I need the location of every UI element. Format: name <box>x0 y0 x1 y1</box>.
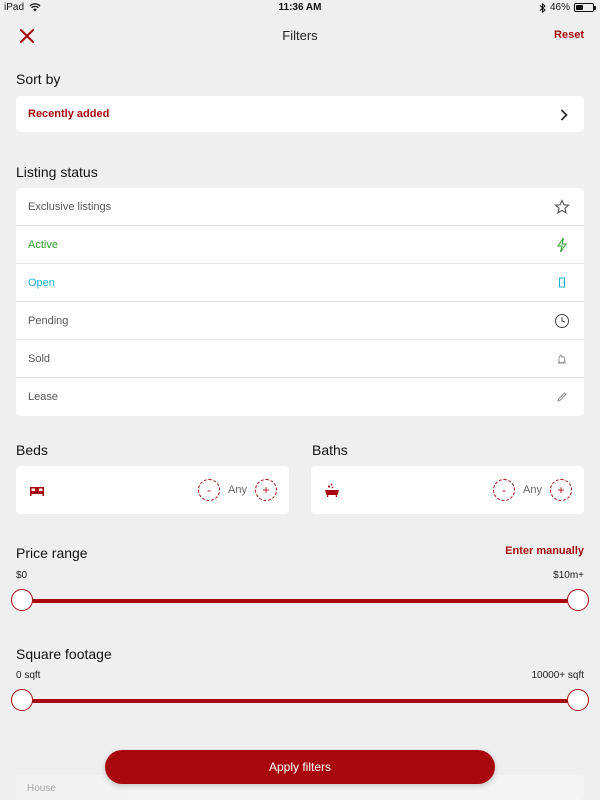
listing-status-open[interactable]: Open <box>16 264 584 302</box>
star-icon <box>554 199 570 214</box>
enter-manually-link[interactable]: Enter manually <box>505 545 584 557</box>
baths-increment-button[interactable]: + <box>550 479 572 501</box>
bathtub-icon <box>325 483 339 497</box>
beds-increment-button[interactable]: + <box>255 479 277 501</box>
beds-card: - Any + <box>16 466 289 514</box>
price-range-slider[interactable] <box>11 589 589 611</box>
square-footage-slider[interactable] <box>11 689 589 711</box>
listing-status-exclusive[interactable]: Exclusive listings <box>16 188 584 226</box>
battery-percent: 46% <box>549 2 570 13</box>
price-max-label: $10m+ <box>553 570 584 581</box>
sort-by-select[interactable]: Recently added <box>16 96 584 132</box>
reset-button[interactable]: Reset <box>554 29 584 41</box>
sort-by-card: Recently added <box>16 96 584 132</box>
bluetooth-icon <box>539 2 546 13</box>
beds-value: Any <box>228 484 247 496</box>
sqft-min-thumb[interactable] <box>11 689 33 711</box>
listing-status-label: Lease <box>28 391 58 403</box>
clock-icon <box>555 314 569 328</box>
beds-title: Beds <box>16 442 48 458</box>
sort-by-title: Sort by <box>16 71 61 87</box>
listing-status-label: Active <box>28 238 58 251</box>
listing-status-label: Exclusive listings <box>28 200 112 213</box>
listing-status-lease[interactable]: Lease <box>16 378 584 416</box>
beds-controls: - Any + <box>198 479 277 501</box>
baths-decrement-button[interactable]: - <box>493 479 516 501</box>
sqft-max-thumb[interactable] <box>567 689 589 711</box>
property-type-label: House <box>27 783 56 794</box>
nav-bar: Filters Reset <box>0 16 600 56</box>
sqft-min-label: 0 sqft <box>16 670 41 681</box>
baths-controls: - Any + <box>493 479 572 501</box>
sort-by-value: Recently added <box>28 108 110 120</box>
listing-status-label: Sold <box>28 352 51 365</box>
beds-decrement-button[interactable]: - <box>198 479 221 501</box>
price-max-thumb[interactable] <box>567 589 589 611</box>
baths-counter: - Any + <box>311 466 584 514</box>
beds-counter: - Any + <box>16 466 289 514</box>
sqft-max-label: 10000+ sqft <box>531 670 584 681</box>
listing-status-label: Open <box>28 276 55 289</box>
price-range-title: Price range <box>16 545 88 561</box>
hand-icon <box>558 354 566 364</box>
listing-status-title: Listing status <box>16 164 98 180</box>
lightning-icon <box>557 237 567 253</box>
bed-icon <box>30 487 44 496</box>
price-min-thumb[interactable] <box>11 589 33 611</box>
listing-status-list: Exclusive listings Active Open Pending S… <box>16 188 584 416</box>
listing-status-sold[interactable]: Sold <box>16 340 584 378</box>
status-bar: iPad 11:36 AM 46% <box>0 0 600 16</box>
listing-status-pending[interactable]: Pending <box>16 302 584 340</box>
chevron-right-icon <box>560 109 568 121</box>
baths-title: Baths <box>312 442 348 458</box>
battery-icon <box>574 3 596 12</box>
baths-card: - Any + <box>311 466 584 514</box>
price-min-label: $0 <box>16 570 28 581</box>
door-icon <box>559 277 565 288</box>
listing-status-label: Pending <box>28 314 69 327</box>
listing-status-active[interactable]: Active <box>16 226 584 264</box>
square-footage-title: Square footage <box>16 646 112 662</box>
status-right: 46% <box>539 2 596 13</box>
apply-filters-button[interactable]: Apply filters <box>105 750 495 784</box>
page-title: Filters <box>282 28 318 43</box>
baths-value: Any <box>523 484 542 496</box>
status-time: 11:36 AM <box>278 2 322 13</box>
pen-icon <box>557 392 567 402</box>
